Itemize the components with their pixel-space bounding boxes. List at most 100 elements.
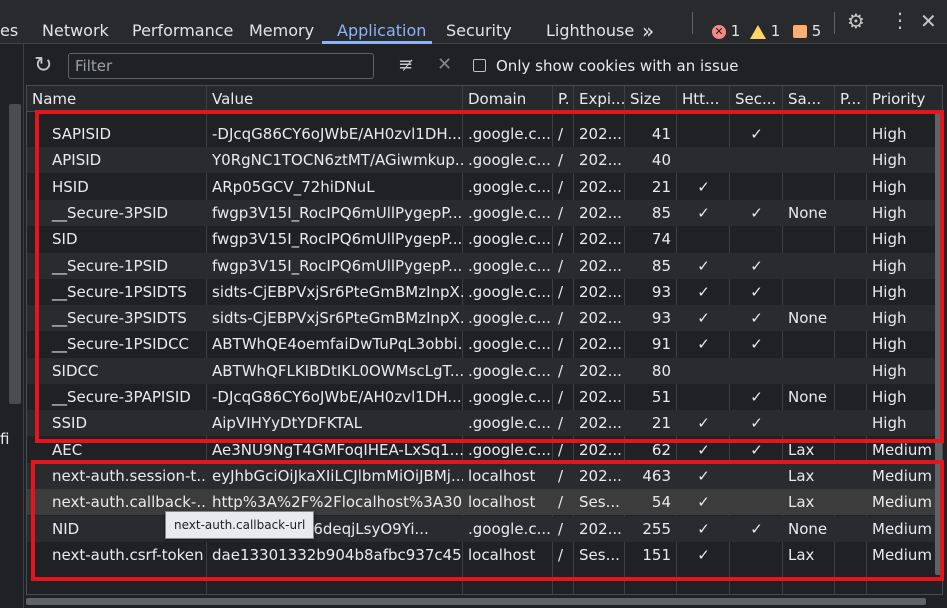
cell-samesite[interactable]: Lax [783,463,835,489]
cell-domain[interactable]: .google.c... [463,147,553,173]
cell-domain[interactable]: localhost [463,489,553,515]
cell-priority[interactable]: High [867,200,942,226]
cell-domain[interactable]: .google.c... [463,174,553,200]
cell-value[interactable]: AipVIHYyDtYDFKTAL [207,410,463,436]
cell-size[interactable]: 21 [625,410,677,436]
cell-size[interactable]: 85 [625,253,677,279]
table-row[interactable]: __Secure-1PSID fwgp3V15I_RocIPQ6mUllPygep… [27,252,942,279]
cell-priority[interactable]: High [867,253,942,279]
cell-size[interactable]: 93 [625,279,677,305]
warnings-indicator[interactable]: 1 [750,0,780,44]
cell-path[interactable]: / [553,331,574,357]
cell-value[interactable]: Y0RgNC1TOCN6ztMT/AGiwmkup... [207,147,463,173]
cell-path[interactable]: / [553,305,574,331]
cell-size[interactable]: 21 [625,174,677,200]
cell-path[interactable]: / [553,358,574,384]
cell-http[interactable]: ✓ [677,489,730,515]
cell-domain[interactable]: .google.c... [463,226,553,252]
cell-partition[interactable] [835,463,867,489]
cell-secure[interactable] [730,542,783,568]
refresh-icon[interactable]: ↻ [34,53,52,78]
cell-value[interactable]: -DJcqG86CY6oJWbE/AH0zvl1DH... [207,384,463,410]
cell-secure[interactable]: ✓ [730,200,783,226]
cell-samesite[interactable] [783,174,835,200]
table-horizontal-scrollbar[interactable] [26,598,926,605]
cell-priority[interactable]: High [867,305,942,331]
table-row[interactable]: __Secure-1PSIDTS sidts-CjEBPVxjSr6PteGmBM… [27,279,942,305]
cell-http[interactable]: ✓ [677,331,730,357]
cell-path[interactable]: / [553,121,574,147]
cell-expires[interactable]: 202... [574,437,625,463]
cell-domain[interactable]: .google.c... [463,253,553,279]
cell-http[interactable] [677,147,730,173]
cell-size[interactable]: 463 [625,463,677,489]
cell-domain[interactable]: .google.c... [463,121,553,147]
cell-expires[interactable]: 202... [574,463,625,489]
cell-samesite[interactable] [783,253,835,279]
cell-samesite[interactable] [783,331,835,357]
cell-domain[interactable]: localhost [463,463,553,489]
cell-secure[interactable]: ✓ [730,516,783,542]
cell-samesite[interactable] [783,121,835,147]
cell-priority[interactable]: High [867,331,942,357]
cell-secure[interactable] [730,463,783,489]
cell-partition[interactable] [835,384,867,410]
cell-size[interactable]: 93 [625,305,677,331]
cell-http[interactable] [677,384,730,410]
cell-samesite[interactable]: Lax [783,542,835,568]
cell-domain[interactable]: .google.c... [463,516,553,542]
cell-partition[interactable] [835,437,867,463]
cell-http[interactable]: ✓ [677,305,730,331]
cell-path[interactable]: / [553,226,574,252]
cell-samesite[interactable]: None [783,305,835,331]
table-row[interactable]: __Secure-3PSID fwgp3V15I_RocIPQ6mUllPygep… [27,199,942,226]
table-row[interactable]: APISID Y0RgNC1TOCN6ztMT/AGiwmkup... .googl… [27,147,942,174]
cell-value[interactable]: sidts-CjEBPVxjSr6PteGmBMzInpX... [207,279,463,305]
cell-expires[interactable]: 202... [574,279,625,305]
cell-value[interactable]: eyJhbGciOiJkaXIiLCJlbmMiOiJBMj... [207,463,463,489]
cell-http[interactable]: ✓ [677,463,730,489]
cell-path[interactable]: / [553,463,574,489]
cell-path[interactable]: / [553,542,574,568]
cell-value[interactable]: Ae3NU9NgT4GMFoqIHEA-LxSq1... [207,437,463,463]
cell-name[interactable]: SAPISID [27,121,207,147]
errors-indicator[interactable]: ✕ 1 [712,0,740,44]
cell-name[interactable]: next-auth.session-t... [27,463,207,489]
cell-name[interactable]: SSID [27,410,207,436]
cell-path[interactable]: / [553,279,574,305]
cell-partition[interactable] [835,331,867,357]
cell-name[interactable]: __Secure-1PSID [27,253,207,279]
cell-priority[interactable]: High [867,279,942,305]
cell-http[interactable]: ✓ [677,516,730,542]
cell-priority[interactable]: Medium [867,542,942,568]
cell-partition[interactable] [835,358,867,384]
cell-partition[interactable] [835,279,867,305]
cell-path[interactable]: / [553,516,574,542]
cell-secure[interactable]: ✓ [730,279,783,305]
cell-value[interactable]: fwgp3V15I_RocIPQ6mUllPygepP... [207,226,463,252]
more-tabs-chevron-icon[interactable]: » [642,0,654,44]
cell-size[interactable]: 151 [625,542,677,568]
cell-size[interactable]: 51 [625,384,677,410]
cell-name[interactable]: next-auth.csrf-token [27,542,207,568]
cell-expires[interactable]: 202... [574,384,625,410]
cell-expires[interactable]: 202... [574,410,625,436]
cell-http[interactable]: ✓ [677,253,730,279]
cell-partition[interactable] [835,253,867,279]
cell-secure[interactable]: ✓ [730,384,783,410]
cell-http[interactable]: ✓ [677,410,730,436]
cell-value[interactable]: dae13301332b904b8afbc937c45... [207,542,463,568]
cell-http[interactable] [677,226,730,252]
cell-secure[interactable]: ✓ [730,121,783,147]
table-row[interactable]: __Secure-3PSIDTS sidts-CjEBPVxjSr6PteGmBM… [27,305,942,332]
cell-priority[interactable]: Medium [867,489,942,515]
cell-size[interactable]: 255 [625,516,677,542]
cell-name[interactable]: __Secure-3PSIDTS [27,305,207,331]
tab-network[interactable]: Network [42,0,109,44]
cell-path[interactable]: / [553,147,574,173]
cell-partition[interactable] [835,121,867,147]
cell-secure[interactable]: ✓ [730,410,783,436]
cell-priority[interactable]: Medium [867,437,942,463]
close-devtools-icon[interactable]: ✕ [920,9,937,33]
cell-expires[interactable]: 202... [574,331,625,357]
